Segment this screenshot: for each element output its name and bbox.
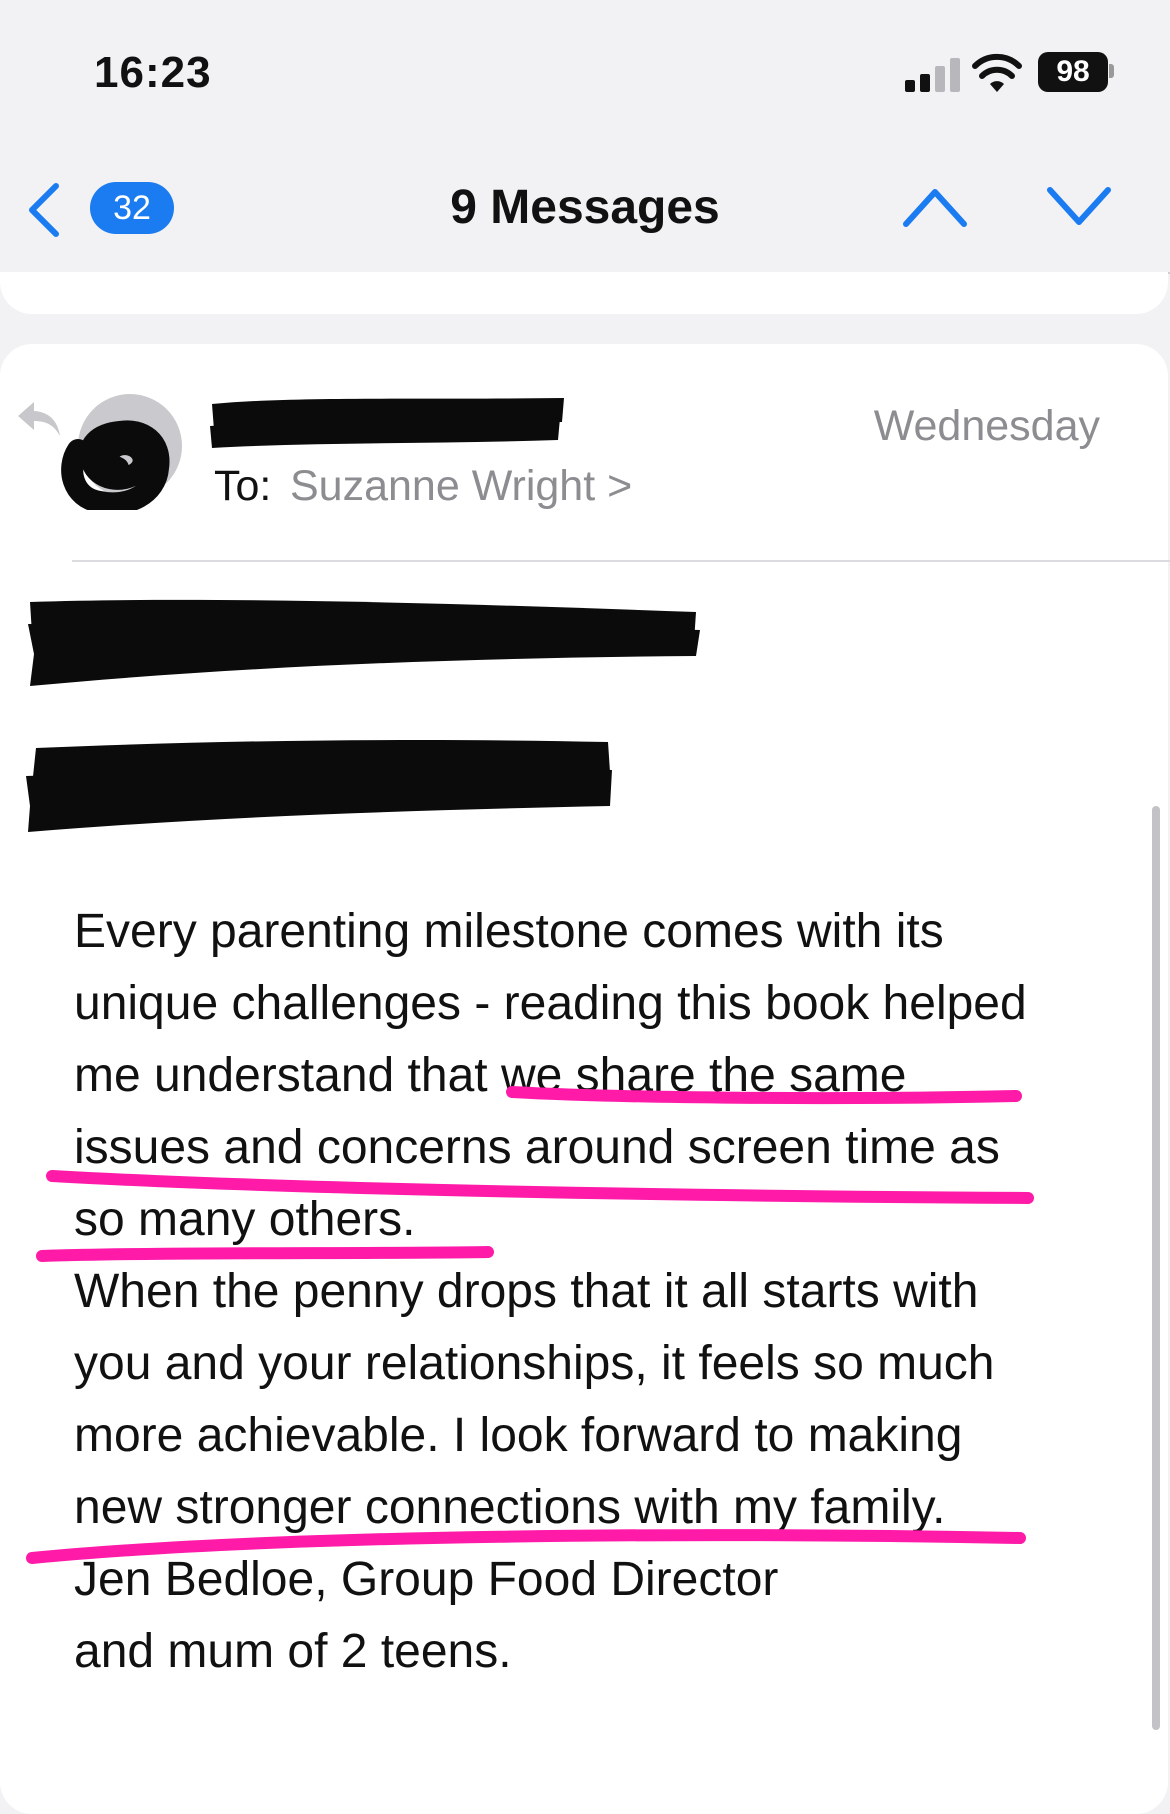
greeting-redaction xyxy=(26,740,612,832)
body-line: unique challenges - reading this book he… xyxy=(74,977,1027,1030)
body-line: issues and concerns around screen time a… xyxy=(74,1121,1000,1174)
status-time: 16:23 xyxy=(94,48,212,97)
previous-message-card[interactable] xyxy=(0,272,1168,314)
to-label: To: xyxy=(214,462,272,510)
scrollbar[interactable] xyxy=(1152,806,1160,1730)
body-line: Every parenting milestone comes with its xyxy=(74,905,944,958)
cellular-signal-icon xyxy=(905,58,963,92)
chevron-down-icon[interactable] xyxy=(1046,186,1112,228)
battery-cap xyxy=(1109,64,1114,78)
nav-title: 9 Messages xyxy=(450,181,720,234)
header-divider xyxy=(72,560,1170,562)
body-line: more achievable. I look forward to makin… xyxy=(74,1409,963,1462)
body-line: When the penny drops that it all starts … xyxy=(74,1265,979,1318)
avatar-redaction xyxy=(61,420,170,510)
signature-line: Jen Bedloe, Group Food Director xyxy=(74,1553,779,1606)
battery-icon: 98 xyxy=(1038,52,1108,92)
reply-icon xyxy=(18,402,60,436)
wifi-icon xyxy=(972,53,1022,92)
recipient-name[interactable]: Suzanne Wright > xyxy=(290,462,632,511)
subject-redaction xyxy=(28,599,700,686)
body-line: new stronger connections with my family. xyxy=(74,1481,946,1534)
chevron-up-icon[interactable] xyxy=(902,186,968,228)
body-line: me understand that we share the same xyxy=(74,1049,907,1102)
message-date: Wednesday xyxy=(873,402,1100,450)
message-body: Every parenting milestone comes with its… xyxy=(74,896,1134,1688)
sender-name-redaction xyxy=(210,398,564,448)
signature-line: and mum of 2 teens. xyxy=(74,1625,512,1678)
body-line: you and your relationships, it feels so … xyxy=(74,1337,995,1390)
body-line: so many others. xyxy=(74,1193,416,1246)
